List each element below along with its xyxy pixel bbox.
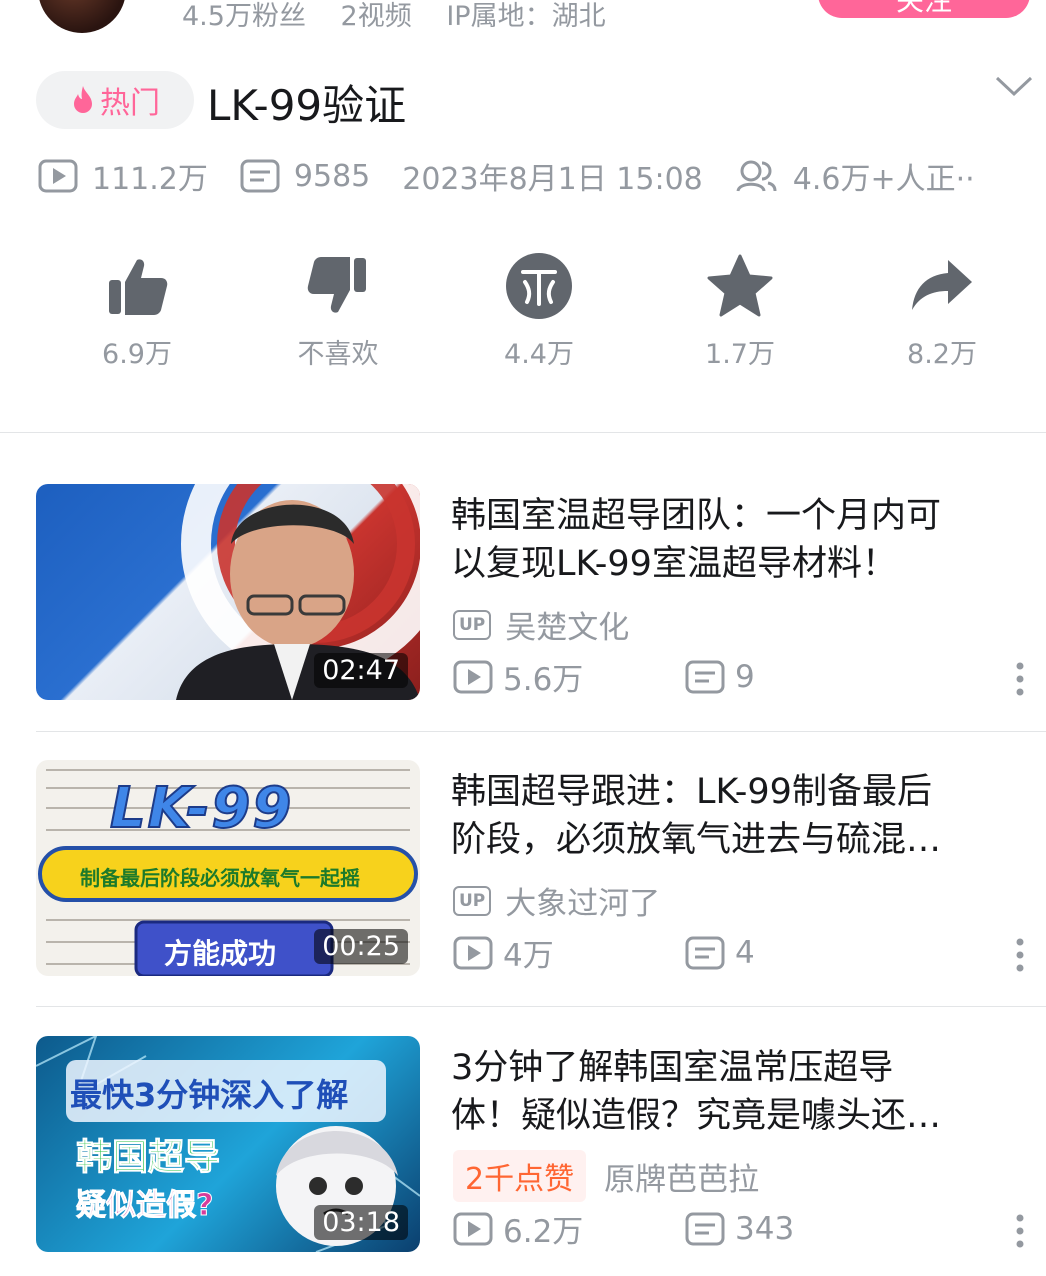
- author-fans: 4.5万粉丝: [182, 1, 306, 32]
- star-icon: [707, 254, 773, 317]
- dislike-label: 不喜欢: [297, 339, 379, 370]
- recommend-card[interactable]: 02:47 韩国室温超导团队：一个月内可 以复现LK-99室温超导材料！ UP …: [0, 484, 1046, 724]
- video-title: LK-99验证: [207, 81, 407, 130]
- up-icon: UP: [453, 885, 492, 916]
- uploader[interactable]: UP 大象过河了: [453, 878, 660, 923]
- up-icon: UP: [453, 609, 492, 640]
- play-count-icon: [453, 660, 493, 693]
- section-divider: [0, 432, 1046, 433]
- hot-tag-label: 热门: [100, 86, 160, 121]
- recommend-stats: 5.6万 9: [453, 654, 755, 699]
- title-line-1: 韩国室温超导团队：一个月内可: [451, 496, 942, 536]
- recommend-title[interactable]: 韩国室温超导团队：一个月内可 以复现LK-99室温超导材料！: [451, 492, 1041, 588]
- more-options-icon[interactable]: [1012, 938, 1028, 972]
- more-options-icon[interactable]: [1012, 662, 1028, 696]
- author-meta: 4.5万粉丝 2视频 IP属地：湖北: [182, 0, 632, 33]
- uploader-name: 原牌芭芭拉: [604, 1161, 760, 1198]
- thumbs-down-icon: [307, 257, 366, 313]
- recommend-stats: 6.2万 343: [453, 1206, 794, 1251]
- thumbnail-line-1: 最快3分钟深入了解: [70, 1076, 349, 1114]
- play-count: 6.2万: [503, 1214, 584, 1250]
- uploader-name: 吴楚文化: [505, 610, 630, 646]
- danmaku-count: 9: [735, 658, 755, 695]
- uploader[interactable]: 2千点赞 原牌芭芭拉: [453, 1150, 759, 1202]
- danmaku-icon: [685, 660, 725, 693]
- title-line-1: 韩国超导跟进：LK-99制备最后: [451, 772, 932, 812]
- recommend-stats: 4万 4: [453, 930, 755, 975]
- share-arrow-icon: [912, 260, 972, 310]
- coin-count: 4.4万: [504, 339, 574, 370]
- video-thumbnail[interactable]: LK-99 制备最后阶段必须放氧气一起摇 方能成功 00:25: [36, 760, 420, 976]
- danmaku-count: 4: [735, 934, 755, 971]
- thumbnail-line-2: 韩国超导: [75, 1137, 221, 1179]
- thumbnail-banner-text: 制备最后阶段必须放氧气一起摇: [80, 866, 360, 890]
- card-divider: [36, 731, 1046, 732]
- uploader-name: 大象过河了: [505, 886, 661, 922]
- danmaku-icon: [240, 159, 280, 193]
- thumbnail-button-text: 方能成功: [164, 937, 277, 970]
- author-ip: IP属地：湖北: [446, 1, 606, 32]
- thumbnail-line-3: 疑似造假?: [75, 1188, 214, 1224]
- video-duration: 00:25: [314, 929, 408, 964]
- title-line-2: 阶段，必须放氧气进去与硫混…: [451, 820, 942, 860]
- play-count-icon: [453, 1212, 493, 1245]
- recommend-title[interactable]: 韩国超导跟进：LK-99制备最后 阶段，必须放氧气进去与硫混…: [451, 768, 1041, 864]
- share-button[interactable]: 8.2万: [872, 250, 1012, 371]
- play-count: 4万: [503, 938, 554, 974]
- danmaku-icon: [685, 936, 725, 969]
- coin-icon: [506, 253, 572, 319]
- card-divider: [36, 1006, 1046, 1007]
- video-stats: 111.2万 9585 2023年8月1日 15:08 4.6万+人正··: [38, 154, 1007, 198]
- author-videos: 2视频: [340, 1, 412, 32]
- like-count: 6.9万: [102, 339, 172, 370]
- title-line-2: 体！疑似造假？究竟是噱头还…: [451, 1096, 942, 1136]
- share-count: 8.2万: [907, 339, 977, 370]
- more-options-icon[interactable]: [1012, 1214, 1028, 1248]
- video-duration: 02:47: [314, 653, 408, 688]
- chevron-down-icon[interactable]: [994, 72, 1034, 102]
- recommend-card[interactable]: LK-99 制备最后阶段必须放氧气一起摇 方能成功 00:25 韩国超导跟进：L…: [0, 760, 1046, 1000]
- play-count: 111.2万: [92, 162, 208, 197]
- dislike-button[interactable]: 不喜欢: [268, 250, 408, 371]
- thumbs-up-icon: [109, 259, 168, 315]
- title-line-2: 以复现LK-99室温超导材料！: [451, 544, 897, 584]
- title-line-1: 3分钟了解韩国室温常压超导: [451, 1048, 894, 1088]
- uploader[interactable]: UP 吴楚文化: [453, 602, 629, 647]
- author-avatar[interactable]: [38, 0, 126, 33]
- flame-icon: [74, 86, 92, 113]
- publish-time: 2023年8月1日 15:08: [402, 162, 703, 197]
- thumbnail-big-text: LK-99: [109, 775, 294, 842]
- danmaku-icon: [685, 1212, 725, 1245]
- play-count-icon: [453, 936, 493, 969]
- favorite-count: 1.7万: [705, 339, 775, 370]
- video-thumbnail[interactable]: 最快3分钟深入了解 韩国超导 疑似造假? 03:18: [36, 1036, 420, 1252]
- recommend-card[interactable]: 最快3分钟深入了解 韩国超导 疑似造假? 03:18 3分钟了解韩国室温常压超导…: [0, 1036, 1046, 1276]
- favorite-button[interactable]: 1.7万: [670, 250, 810, 371]
- coin-button[interactable]: 4.4万: [469, 250, 609, 371]
- like-button[interactable]: 6.9万: [67, 250, 207, 371]
- watching-count: 4.6万+人正··: [792, 162, 975, 197]
- like-badge: 2千点赞: [453, 1150, 587, 1202]
- video-duration: 03:18: [314, 1205, 408, 1240]
- danmaku-count: 9585: [293, 158, 371, 194]
- play-count-icon: [38, 159, 78, 193]
- video-thumbnail[interactable]: 02:47: [36, 484, 420, 700]
- viewers-icon: [736, 160, 777, 192]
- recommend-title[interactable]: 3分钟了解韩国室温常压超导 体！疑似造假？究竟是噱头还…: [451, 1044, 1041, 1140]
- danmaku-count: 343: [735, 1210, 795, 1247]
- play-count: 5.6万: [503, 662, 584, 698]
- hot-tag[interactable]: 热门: [36, 71, 194, 129]
- follow-button[interactable]: 关注: [818, 0, 1030, 18]
